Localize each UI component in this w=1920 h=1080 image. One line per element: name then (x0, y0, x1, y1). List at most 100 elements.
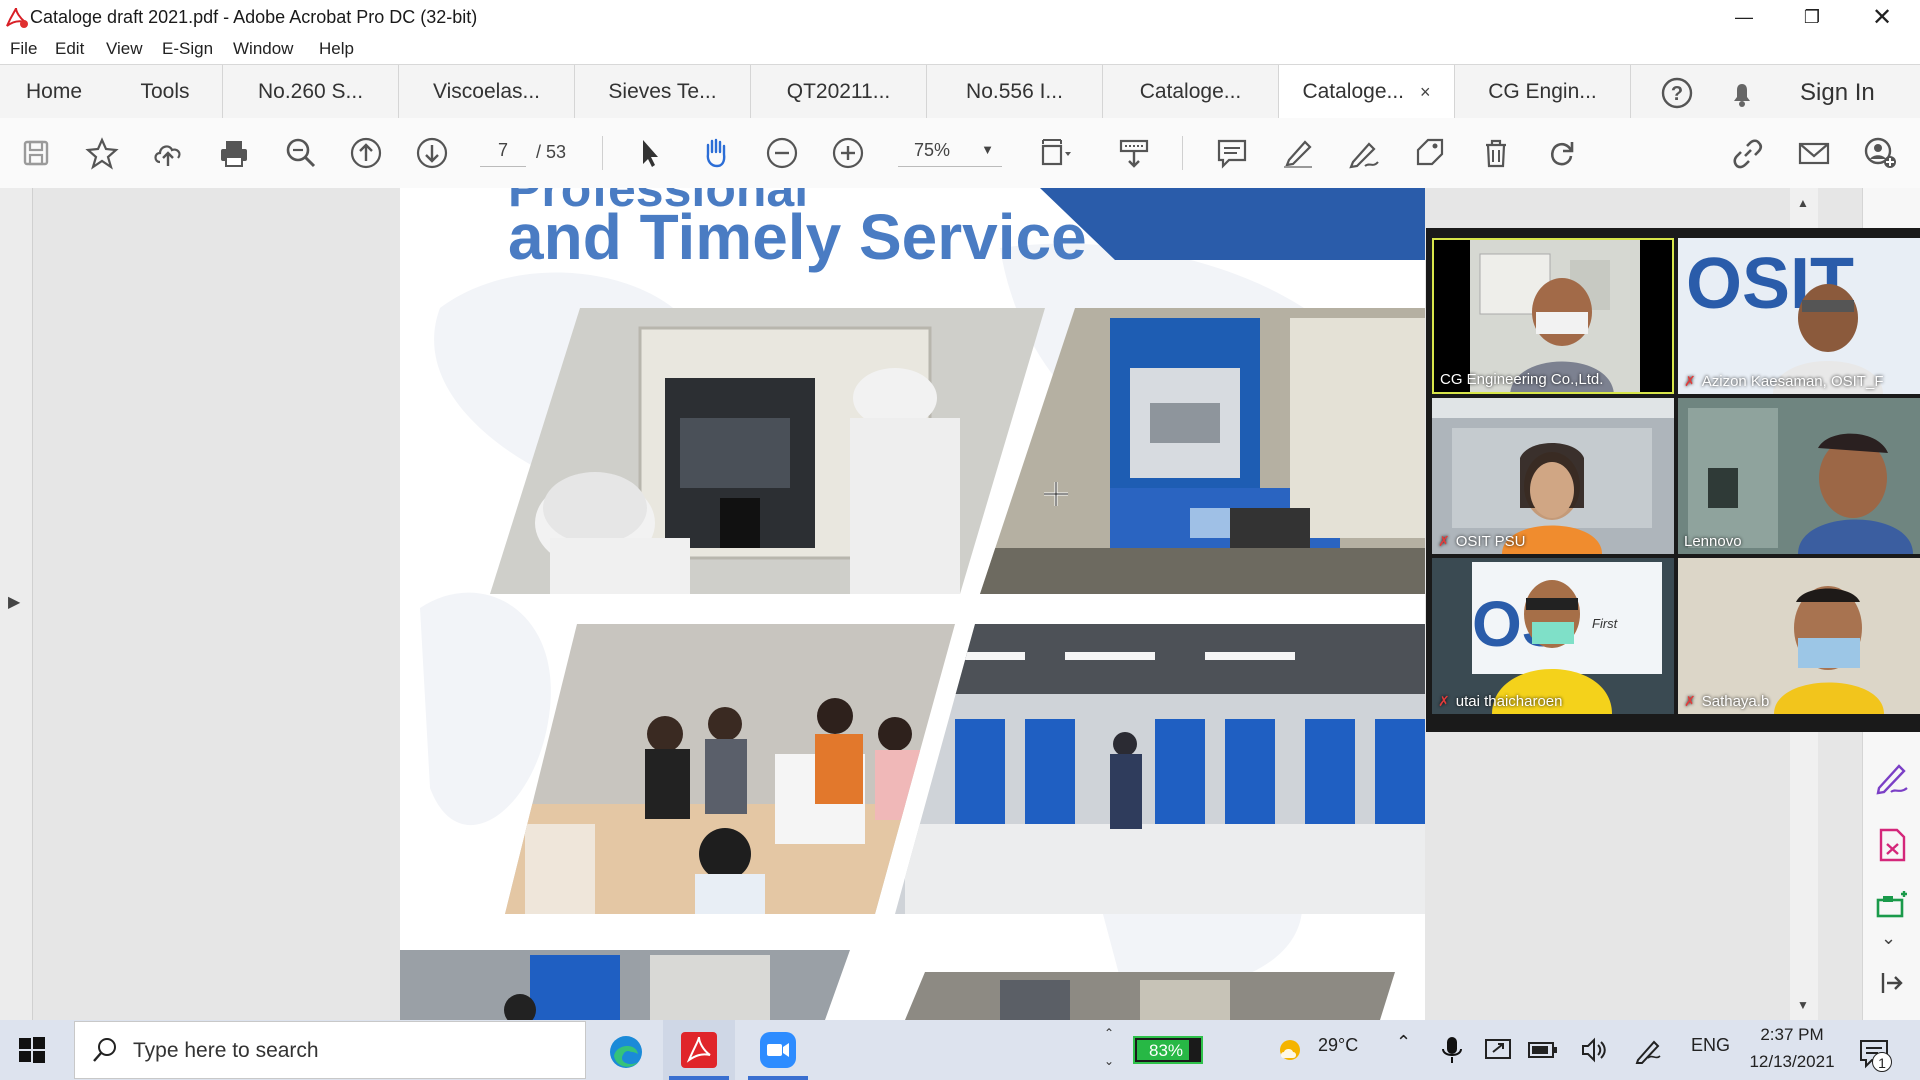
participant-video (1678, 558, 1920, 714)
participant-tile[interactable]: Lennovo (1678, 398, 1920, 554)
tray-scroll-down-icon[interactable]: ⌄ (1104, 1054, 1114, 1068)
tab-document[interactable]: No.556 I... (927, 65, 1103, 119)
tab-document[interactable]: QT20211... (751, 65, 927, 119)
notifications-bell-icon[interactable] (1725, 76, 1759, 110)
scroll-down-arrow-icon[interactable]: ▼ (1797, 998, 1809, 1012)
close-window-button[interactable]: ✕ (1852, 0, 1912, 34)
redo-icon[interactable] (1542, 133, 1582, 173)
microphone-icon[interactable] (1440, 1034, 1464, 1066)
weather-icon[interactable] (1274, 1034, 1306, 1066)
tray-scroll-up-icon[interactable]: ⌃ (1104, 1026, 1114, 1040)
restore-button[interactable]: ❐ (1782, 0, 1842, 34)
screen-share-icon[interactable] (1484, 1036, 1512, 1064)
expand-panel-arrow-icon[interactable]: ▶ (8, 592, 20, 612)
zoom-select[interactable]: 75% ▼ (898, 140, 1002, 167)
select-cursor-icon[interactable] (630, 133, 670, 173)
export-pdf-icon[interactable] (1873, 826, 1911, 864)
zoom-search-icon[interactable] (281, 133, 321, 173)
tab-document-active[interactable]: Cataloge... × (1279, 65, 1455, 119)
muted-mic-icon: ✗ (1438, 693, 1450, 709)
add-user-icon[interactable] (1860, 133, 1900, 173)
hand-tool-icon[interactable] (696, 133, 736, 173)
input-language[interactable]: ENG (1691, 1035, 1730, 1056)
acrobat-taskbar-icon (681, 1032, 717, 1068)
tab-document[interactable]: Cataloge... (1103, 65, 1279, 119)
crosshair-cursor-icon (1044, 482, 1068, 506)
save-icon[interactable] (16, 133, 56, 173)
clock-time[interactable]: 2:37 PM (1752, 1025, 1832, 1045)
participant-tile[interactable]: OSIT ✗ Azizon Kaesaman, OSIT_F (1678, 238, 1920, 394)
menu-view[interactable]: View (106, 39, 143, 59)
tab-home[interactable]: Home (0, 65, 108, 119)
next-page-icon[interactable] (412, 133, 452, 173)
active-app-indicator (669, 1076, 729, 1080)
more-tools-chevron-down-icon[interactable]: ⌄ (1881, 928, 1896, 949)
taskbar-search-box[interactable]: Type here to search (74, 1021, 586, 1079)
scroll-mode-icon[interactable] (1114, 133, 1154, 173)
participant-tile[interactable]: OS First ✗ utai thaicharoen (1432, 558, 1674, 714)
left-panel-collapsed: ▶ (0, 188, 33, 1020)
menu-help[interactable]: Help (319, 39, 354, 59)
sign-in-link[interactable]: Sign In (1800, 79, 1875, 107)
muted-mic-icon: ✗ (1438, 533, 1450, 549)
zoom-app-icon (760, 1032, 796, 1068)
acrobat-app-icon (4, 6, 28, 28)
participant-tile[interactable]: ✗ Sathaya.b (1678, 558, 1920, 714)
share-link-icon[interactable] (1728, 133, 1768, 173)
active-app-indicator (748, 1076, 808, 1080)
notification-center-icon[interactable]: 1 (1858, 1036, 1894, 1072)
toolbar-separator (602, 136, 603, 170)
battery-meter[interactable]: 83% (1133, 1036, 1203, 1064)
email-icon[interactable] (1794, 133, 1834, 173)
minimize-button[interactable]: — (1714, 0, 1774, 34)
volume-icon[interactable] (1580, 1036, 1608, 1064)
participant-tile[interactable]: ✗ OSIT PSU (1432, 398, 1674, 554)
participant-video: OS First (1432, 558, 1674, 714)
windows-start-icon[interactable] (18, 1036, 46, 1064)
sign-pen-icon[interactable] (1344, 133, 1384, 173)
zoom-out-icon[interactable] (762, 133, 802, 173)
battery-tray-icon[interactable] (1528, 1040, 1558, 1060)
menu-esign[interactable]: E-Sign (162, 39, 213, 59)
acrobat-taskbar-button[interactable] (663, 1020, 735, 1080)
weather-temperature[interactable]: 29°C (1318, 1035, 1358, 1056)
pen-workspace-icon[interactable] (1634, 1036, 1662, 1064)
fill-sign-icon[interactable] (1873, 758, 1911, 796)
participant-tile[interactable]: CG Engineering Co.,Ltd. (1432, 238, 1674, 394)
menu-file[interactable]: File (10, 39, 37, 59)
participant-name: Lennovo (1684, 533, 1742, 550)
organize-pages-icon[interactable] (1873, 888, 1911, 926)
participant-name: ✗ utai thaicharoen (1438, 693, 1563, 710)
edge-browser-icon[interactable] (608, 1034, 644, 1070)
close-tab-icon[interactable]: × (1420, 82, 1431, 103)
tab-document[interactable]: Sieves Te... (575, 65, 751, 119)
clock-date[interactable]: 12/13/2021 (1742, 1052, 1842, 1072)
bookmark-star-icon[interactable] (82, 133, 122, 173)
page-number-input[interactable]: 7 (480, 140, 526, 167)
participant-video (1678, 398, 1920, 554)
comment-icon[interactable] (1212, 133, 1252, 173)
highlight-pen-icon[interactable] (1278, 133, 1318, 173)
tab-document[interactable]: No.260 S... (223, 65, 399, 119)
zoom-in-icon[interactable] (828, 133, 868, 173)
tab-document[interactable]: CG Engin... (1455, 65, 1631, 119)
upload-cloud-icon[interactable] (148, 133, 188, 173)
tab-tools[interactable]: Tools (108, 65, 223, 119)
toolbar-separator (1182, 136, 1183, 170)
video-call-overlay[interactable]: CG Engineering Co.,Ltd. OSIT ✗ Azizon Kae… (1426, 228, 1920, 732)
page-fit-icon[interactable] (1034, 133, 1074, 173)
stamp-icon[interactable] (1410, 133, 1450, 173)
previous-page-icon[interactable] (346, 133, 386, 173)
zoom-taskbar-button[interactable] (742, 1020, 814, 1080)
scroll-up-arrow-icon[interactable]: ▲ (1797, 196, 1809, 210)
tab-document[interactable]: Viscoelas... (399, 65, 575, 119)
collapse-pane-icon[interactable] (1877, 968, 1907, 998)
show-hidden-icons-chevron-icon[interactable]: ⌃ (1396, 1032, 1411, 1053)
search-icon (91, 1036, 119, 1064)
delete-trash-icon[interactable] (1476, 133, 1516, 173)
photo-collage-bottom (400, 950, 1395, 1020)
print-icon[interactable] (214, 133, 254, 173)
help-icon[interactable]: ? (1660, 76, 1694, 110)
menu-window[interactable]: Window (233, 39, 293, 59)
menu-edit[interactable]: Edit (55, 39, 84, 59)
